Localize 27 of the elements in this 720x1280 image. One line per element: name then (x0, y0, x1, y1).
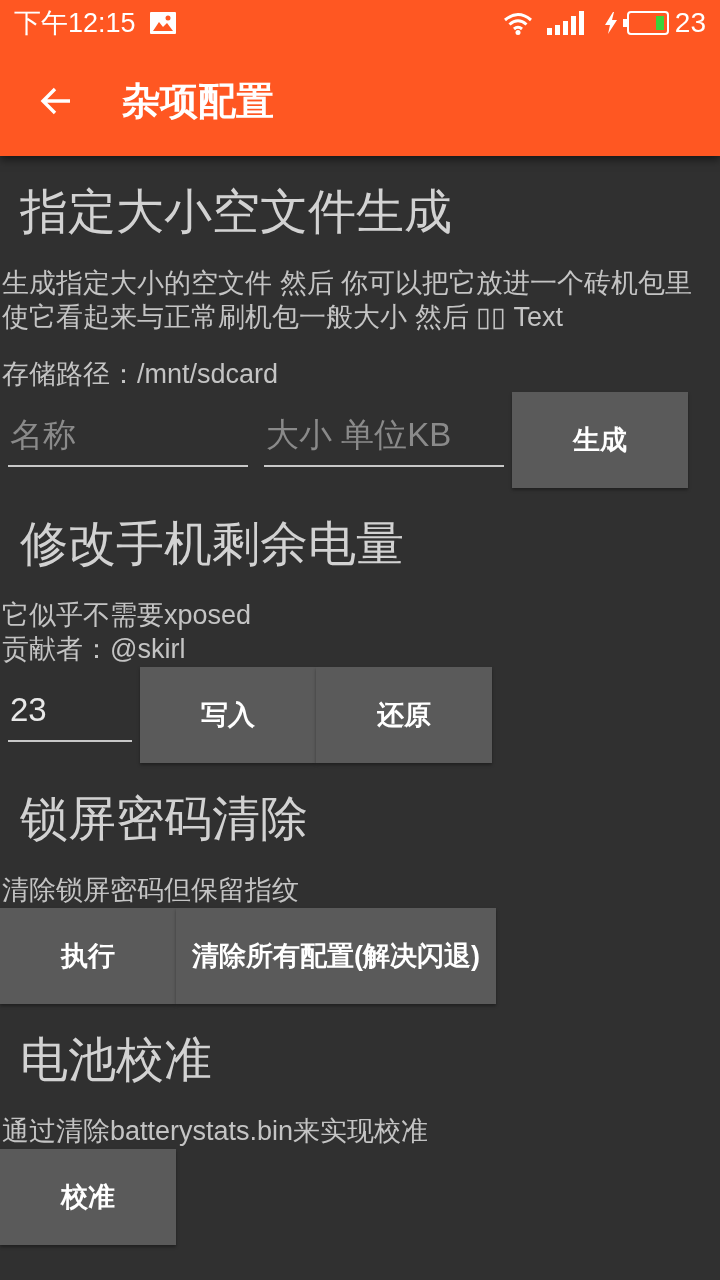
action-button[interactable]: 执行 (0, 908, 176, 1004)
signal-icon (546, 11, 585, 35)
back-icon[interactable] (40, 86, 72, 116)
wifi-icon (502, 11, 533, 35)
status-time: 下午12:15 (14, 7, 136, 39)
section-title: 电池校准 (19, 1032, 213, 1088)
action-button[interactable]: 写入 (140, 667, 316, 763)
description-text: 通过清除batterystats.bin来实现校准 (1, 1115, 430, 1148)
text-field[interactable]: 大小 单位KB (264, 392, 504, 467)
description-text: 清除锁屏密码但保留指纹 (1, 874, 300, 907)
description-text: 它似乎不需要xposed 贡献者：@skirl (1, 599, 253, 666)
action-button[interactable]: 还原 (316, 667, 492, 763)
action-button[interactable]: 清除所有配置(解决闪退) (176, 908, 496, 1004)
text-field[interactable]: 23 (8, 667, 132, 742)
image-icon (149, 12, 176, 34)
battery-percent: 23 (674, 7, 706, 39)
screen-title: 杂项配置 (122, 79, 274, 124)
text-field[interactable]: 名称 (8, 392, 248, 467)
description-text: 生成指定大小的空文件 然后 你可以把它放进一个砖机包里使它看起来与正常刷机包一般大小 然后 ▯▯ Text (1, 267, 693, 334)
action-button[interactable]: 校准 (0, 1149, 176, 1245)
section-title: 锁屏密码清除 (19, 791, 309, 847)
section-title: 指定大小空文件生成 (19, 184, 453, 240)
battery-icon (622, 11, 669, 35)
charging-icon (604, 12, 617, 34)
action-button[interactable]: 生成 (512, 392, 688, 488)
description-text: 存储路径：/mnt/sdcard (1, 358, 280, 391)
section-title: 修改手机剩余电量 (19, 516, 405, 572)
